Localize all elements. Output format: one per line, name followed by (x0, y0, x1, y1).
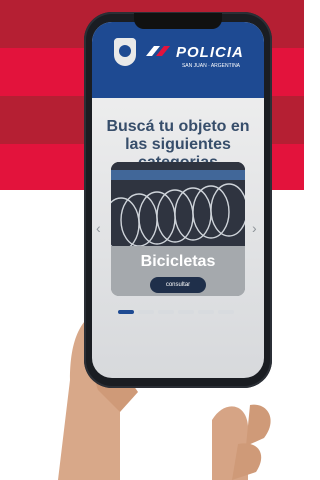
carousel-dot-2[interactable] (138, 310, 154, 314)
app-header: POLICIA SAN JUAN · ARGENTINA (92, 22, 264, 98)
category-title: Bicicletas (140, 253, 216, 270)
carousel-dot-6[interactable] (218, 310, 234, 314)
carousel-dot-4[interactable] (178, 310, 194, 314)
bicycles-image (111, 162, 245, 246)
brand-subtitle: SAN JUAN · ARGENTINA (181, 63, 241, 69)
carousel-prev-icon[interactable]: ‹ (96, 220, 101, 236)
flag-icon (146, 46, 170, 56)
carousel-dot-1[interactable] (118, 310, 134, 314)
carousel-dot-3[interactable] (158, 310, 174, 314)
carousel-dot-5[interactable] (198, 310, 214, 314)
category-card[interactable]: Bicicletas consultar (111, 162, 245, 296)
phone-screen: POLICIA SAN JUAN · ARGENTINA Buscá tu ob… (92, 22, 264, 378)
carousel-next-icon[interactable]: › (252, 220, 257, 236)
carousel-indicators (118, 310, 238, 314)
police-shield-icon (114, 38, 136, 66)
brand-title: POLICIA (176, 44, 244, 61)
phone-notch (134, 13, 222, 29)
consult-button[interactable]: consultar (150, 277, 206, 293)
